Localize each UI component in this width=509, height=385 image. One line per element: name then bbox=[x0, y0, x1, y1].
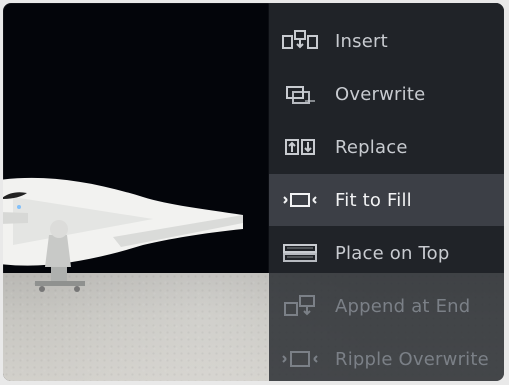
menu-item-fit-to-fill[interactable]: Fit to Fill bbox=[269, 174, 504, 226]
menu-item-replace[interactable]: Replace bbox=[269, 121, 504, 173]
menu-item-overwrite[interactable]: Overwrite bbox=[269, 68, 504, 120]
menu-item-label: Append at End bbox=[335, 295, 471, 317]
menu-item-append-at-end[interactable]: Append at End bbox=[269, 280, 504, 332]
menu-item-label: Place on Top bbox=[335, 242, 450, 264]
append-at-end-icon bbox=[284, 295, 315, 316]
insert-icon bbox=[282, 30, 318, 49]
menu-item-place-on-top[interactable]: Place on Top bbox=[269, 227, 504, 279]
menu-item-ripple-overwrite[interactable]: Ripple Overwrite bbox=[269, 333, 504, 381]
place-on-top-icon bbox=[283, 244, 317, 262]
ripple-overwrite-icon bbox=[282, 351, 318, 367]
edit-overlay-menu: Insert Overwrite Replace Fit to Fill Pla… bbox=[269, 3, 504, 381]
menu-item-label: Fit to Fill bbox=[335, 189, 412, 211]
replace-icon bbox=[285, 139, 315, 155]
overwrite-icon bbox=[286, 86, 315, 104]
menu-item-label: Replace bbox=[335, 136, 408, 158]
menu-item-label: Overwrite bbox=[335, 83, 426, 105]
menu-item-label: Ripple Overwrite bbox=[335, 348, 489, 370]
menu-item-insert[interactable]: Insert bbox=[269, 15, 504, 67]
viewer-frame: Insert Overwrite Replace Fit to Fill Pla… bbox=[3, 3, 504, 381]
space-shuttle-image bbox=[3, 177, 243, 292]
fit-to-fill-icon bbox=[283, 193, 317, 207]
menu-item-label: Insert bbox=[335, 30, 388, 52]
